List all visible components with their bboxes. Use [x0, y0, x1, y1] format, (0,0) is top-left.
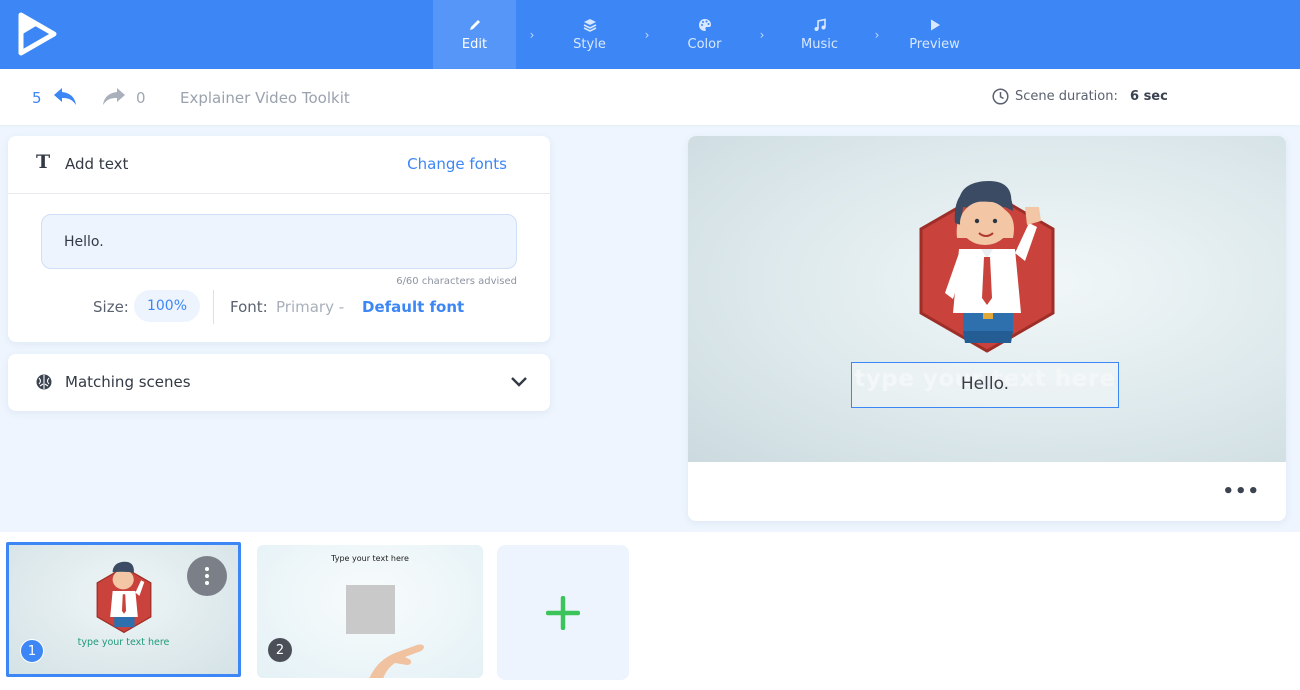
chevron-right-icon: › — [529, 27, 535, 42]
chevron-right-icon: › — [874, 27, 880, 42]
app-logo[interactable] — [18, 11, 58, 57]
redo-count: 0 — [136, 89, 146, 107]
text-icon: T — [36, 151, 51, 173]
change-fonts-link[interactable]: Change fonts — [407, 155, 507, 173]
brain-icon — [36, 374, 52, 390]
project-title[interactable]: Explainer Video Toolkit — [180, 89, 350, 107]
chevron-right-icon: › — [644, 27, 650, 42]
chevron-down-icon[interactable] — [510, 374, 528, 388]
scene-menu-button[interactable] — [187, 556, 227, 596]
scene-number-badge: 2 — [268, 638, 292, 662]
scene-duration-value[interactable]: 6 sec — [1130, 89, 1168, 104]
pencil-icon — [469, 19, 480, 30]
add-text-header: T Add text Change fonts — [8, 136, 550, 194]
divider — [213, 290, 214, 324]
step-color-label: Color — [687, 36, 722, 52]
layers-icon — [583, 18, 596, 32]
size-label: Size: — [93, 298, 129, 316]
play-icon — [930, 19, 940, 30]
step-color[interactable]: Color — [663, 0, 746, 69]
plus-icon — [546, 595, 580, 630]
editor-toolbar: 5 0 Explainer Video Toolkit Scene durati… — [0, 69, 1300, 125]
top-nav-bar: Edit › Style › Color › Music › Preview — [0, 0, 1300, 69]
undo-count: 5 — [32, 89, 42, 107]
scene-thumbnail-2[interactable]: Type your text here 2 — [257, 545, 483, 678]
scene-preview-panel: type your text here Hello. ••• — [688, 136, 1286, 521]
font-label: Font: — [230, 298, 268, 316]
step-navigation: Edit › Style › Color › Music › Preview — [433, 0, 976, 69]
step-edit-label: Edit — [461, 36, 488, 52]
hand-illustration — [369, 644, 424, 678]
font-selector[interactable]: Default font — [362, 298, 464, 316]
undo-icon[interactable] — [52, 86, 78, 108]
businessman-thumbnail — [96, 561, 152, 634]
businessman-illustration — [919, 181, 1055, 353]
music-note-icon — [814, 18, 826, 31]
chevron-right-icon: › — [759, 27, 765, 42]
character-count-hint: 6/60 characters advised — [396, 276, 517, 287]
step-preview[interactable]: Preview — [893, 0, 976, 69]
preview-text: Hello. — [960, 374, 1010, 394]
step-style[interactable]: Style — [548, 0, 631, 69]
preview-canvas[interactable]: type your text here Hello. — [688, 136, 1286, 462]
scene-number-badge: 1 — [20, 639, 44, 663]
step-music-label: Music — [801, 36, 838, 52]
step-edit[interactable]: Edit — [433, 0, 516, 69]
add-scene-button[interactable] — [497, 545, 629, 680]
scene-thumbnail-1[interactable]: type your text here 1 — [6, 542, 241, 677]
scene-text-input[interactable] — [41, 214, 517, 269]
step-music[interactable]: Music — [778, 0, 861, 69]
font-primary-label: Primary - — [276, 298, 345, 316]
redo-icon[interactable] — [101, 86, 127, 108]
kebab-menu-icon — [205, 567, 209, 585]
size-selector[interactable]: 100% — [134, 290, 200, 322]
step-style-label: Style — [573, 36, 606, 52]
image-placeholder — [346, 585, 395, 634]
matching-scenes-panel[interactable]: Matching scenes — [8, 354, 550, 411]
clock-icon — [992, 88, 1009, 105]
palette-icon — [698, 18, 711, 31]
matching-scenes-label: Matching scenes — [65, 373, 191, 391]
add-text-title: Add text — [65, 155, 129, 173]
step-preview-label: Preview — [909, 36, 960, 52]
scene-duration-label: Scene duration: — [1015, 89, 1118, 104]
add-text-panel: T Add text Change fonts 6/60 characters … — [8, 136, 550, 342]
scene-2-text: Type your text here — [331, 554, 409, 563]
more-options-button[interactable]: ••• — [1222, 483, 1260, 501]
